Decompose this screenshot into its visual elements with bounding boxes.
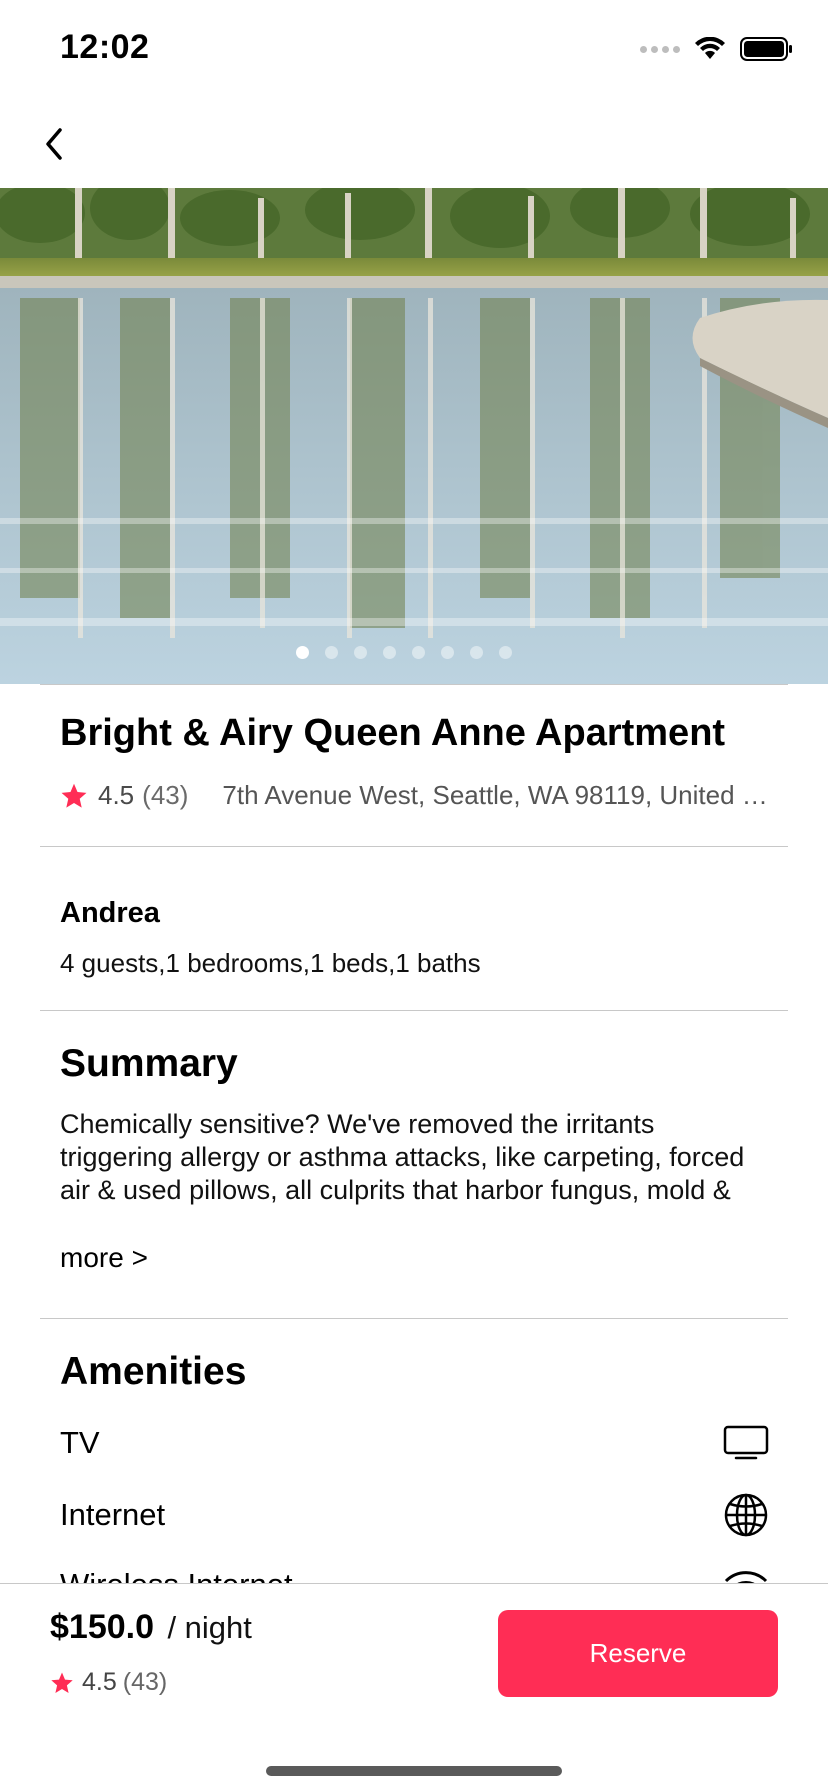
divider: [40, 846, 788, 847]
review-count: (43): [122, 1668, 168, 1696]
home-indicator[interactable]: [266, 1766, 562, 1776]
nightly-price: $150.0: [50, 1608, 154, 1646]
booking-rating: 4.5 (43): [50, 1668, 167, 1697]
tv-icon: [722, 1419, 770, 1467]
divider: [40, 1010, 788, 1011]
star-icon: [51, 1672, 73, 1693]
listing-photo-carousel[interactable]: [0, 188, 828, 684]
carousel-dot[interactable]: [296, 646, 309, 659]
carousel-dot[interactable]: [499, 646, 512, 659]
booking-bar: $150.0 / night 4.5 (43) Reserve: [0, 1583, 828, 1792]
battery-icon: [740, 37, 792, 61]
rating-value: 4.5: [98, 780, 135, 810]
carousel-page-indicator: [0, 646, 828, 659]
cellular-signal-icon: [640, 45, 680, 53]
amenity-item-tv: TV: [60, 1418, 770, 1468]
carousel-dot[interactable]: [441, 646, 454, 659]
listing-capacity: 4 guests,1 bedrooms,1 beds,1 baths: [60, 948, 481, 978]
divider: [40, 684, 788, 685]
listing-address: 7th Avenue West, Seattle, WA 98119, Unit…: [222, 780, 770, 810]
status-bar: 12:02: [0, 0, 828, 100]
per-night-label: / night: [167, 1610, 252, 1645]
listing-photo: [0, 188, 828, 684]
summary-heading: Summary: [60, 1042, 238, 1085]
star-icon: [61, 783, 87, 808]
amenities-heading: Amenities: [60, 1350, 247, 1393]
summary-text: Chemically sensitive? We've removed the …: [60, 1109, 745, 1205]
globe-icon: [722, 1491, 770, 1539]
back-button[interactable]: [22, 112, 86, 176]
wifi-status-icon: [695, 37, 725, 59]
carousel-dot[interactable]: [354, 646, 367, 659]
navigation-bar: [0, 100, 828, 188]
carousel-dot[interactable]: [325, 646, 338, 659]
review-count: (43): [142, 780, 189, 810]
amenity-label: TV: [60, 1425, 100, 1460]
summary-more-link[interactable]: more >: [60, 1242, 148, 1274]
status-icons: [640, 36, 794, 62]
listing-rating-row: 4.5 (43) 7th Avenue West, Seattle, WA 98…: [60, 780, 770, 811]
listing-detail-screen: 12:02 Bright & Airy Queen Anne Apartment…: [0, 0, 828, 1792]
host-name: Andrea: [60, 897, 160, 929]
carousel-dot[interactable]: [470, 646, 483, 659]
amenity-item-internet: Internet: [60, 1490, 770, 1540]
rating-value: 4.5: [82, 1668, 117, 1696]
carousel-dot[interactable]: [383, 646, 396, 659]
status-time: 12:02: [60, 28, 150, 66]
amenity-label: Internet: [60, 1497, 166, 1532]
reserve-button[interactable]: Reserve: [498, 1610, 778, 1697]
chevron-left-icon: [46, 128, 62, 160]
divider: [40, 1318, 788, 1319]
price-line: $150.0 / night: [50, 1608, 252, 1647]
carousel-dot[interactable]: [412, 646, 425, 659]
listing-title: Bright & Airy Queen Anne Apartment: [60, 712, 726, 754]
